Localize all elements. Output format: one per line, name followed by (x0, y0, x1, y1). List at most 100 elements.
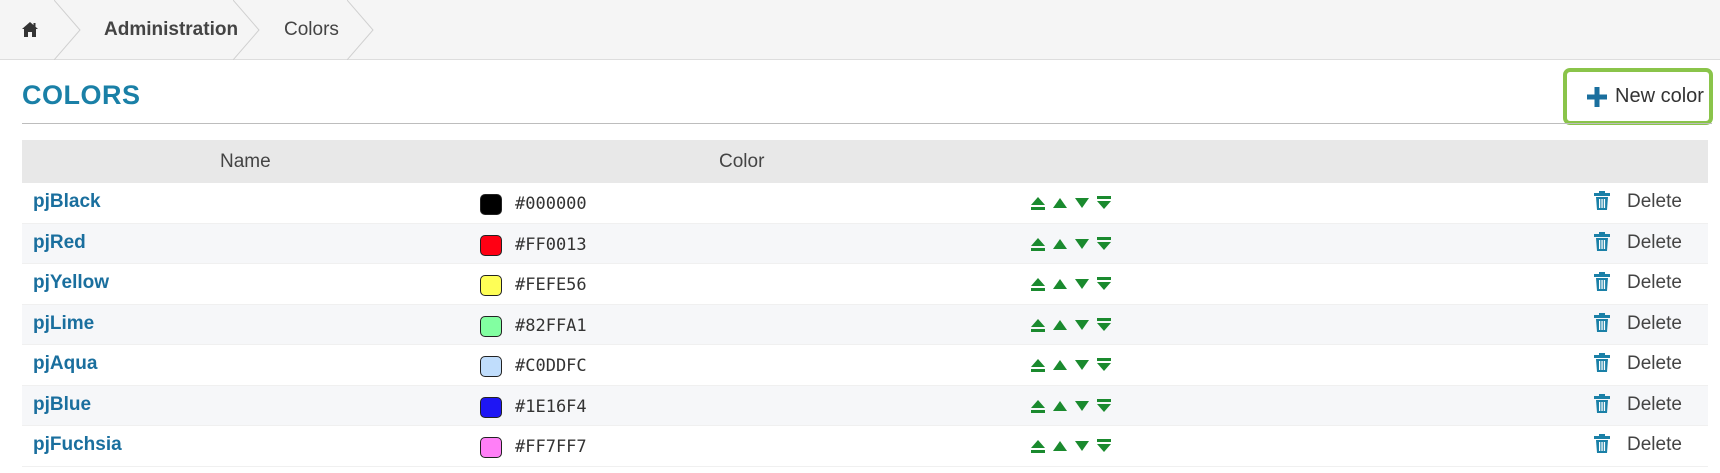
move-top-icon[interactable] (1030, 317, 1046, 333)
color-hex-value: #82FFA1 (515, 315, 587, 336)
home-icon (22, 22, 38, 37)
delete-button[interactable]: Delete (1594, 312, 1682, 335)
move-up-icon[interactable] (1052, 195, 1068, 211)
move-bottom-icon[interactable] (1096, 438, 1112, 454)
delete-button[interactable]: Delete (1594, 353, 1682, 375)
colors-table: Name Color pjBlack #000000 Delete pjRed #FF… (22, 140, 1708, 467)
breadcrumb-item-administration[interactable]: Administration (104, 0, 238, 59)
reorder-controls (1030, 236, 1112, 252)
color-swatch (480, 315, 502, 337)
delete-label: Delete (1627, 434, 1682, 455)
delete-button[interactable]: Delete (1594, 393, 1682, 416)
color-hex-value: #FF7FF7 (515, 437, 587, 457)
color-hex-value: #000000 (515, 194, 587, 214)
color-hex-value: #FF0013 (515, 234, 587, 255)
move-down-icon[interactable] (1074, 438, 1090, 454)
move-bottom-icon[interactable] (1096, 357, 1112, 373)
breadcrumb: Administration Colors (0, 0, 1720, 61)
plus-icon (1587, 86, 1607, 107)
table-row: pjYellow #FEFE56 Delete (22, 264, 1708, 305)
delete-button[interactable]: Delete (1594, 191, 1682, 213)
color-swatch (480, 396, 502, 418)
move-up-icon[interactable] (1052, 398, 1068, 414)
delete-label: Delete (1627, 272, 1682, 293)
column-header-name[interactable]: Name (220, 151, 271, 173)
reorder-controls (1030, 317, 1112, 333)
breadcrumb-home[interactable] (0, 0, 62, 59)
move-down-icon[interactable] (1074, 398, 1090, 414)
table-row: pjLime #82FFA1 Delete (22, 304, 1708, 345)
trash-icon (1594, 393, 1610, 413)
move-bottom-icon[interactable] (1096, 398, 1112, 414)
trash-icon (1594, 191, 1610, 210)
color-name-link[interactable]: pjLime (33, 313, 94, 335)
move-top-icon[interactable] (1030, 195, 1046, 211)
color-swatch (480, 275, 502, 296)
color-hex-value: #FEFE56 (515, 275, 587, 295)
move-up-icon[interactable] (1052, 357, 1068, 373)
delete-button[interactable]: Delete (1594, 272, 1682, 294)
delete-label: Delete (1627, 393, 1682, 415)
move-top-icon[interactable] (1030, 438, 1046, 454)
color-name-link[interactable]: pjBlack (33, 191, 101, 213)
color-swatch (480, 356, 502, 377)
color-swatch (480, 234, 502, 256)
column-header-color[interactable]: Color (719, 151, 764, 173)
color-swatch (480, 194, 502, 215)
move-up-icon[interactable] (1052, 438, 1068, 454)
move-bottom-icon[interactable] (1096, 317, 1112, 333)
delete-button[interactable]: Delete (1594, 434, 1682, 456)
move-bottom-icon[interactable] (1096, 195, 1112, 211)
color-swatch (480, 437, 502, 458)
move-bottom-icon[interactable] (1096, 276, 1112, 292)
move-top-icon[interactable] (1030, 398, 1046, 414)
trash-icon (1594, 231, 1610, 251)
table-row: pjRed #FF0013 Delete (22, 223, 1708, 264)
trash-icon (1594, 272, 1610, 291)
reorder-controls (1030, 357, 1112, 373)
reorder-controls (1030, 276, 1112, 292)
move-down-icon[interactable] (1074, 357, 1090, 373)
color-hex-value: #C0DDFC (515, 356, 587, 376)
table-body: pjBlack #000000 Delete pjRed #FF0013 Delete… (22, 183, 1708, 467)
move-top-icon[interactable] (1030, 276, 1046, 292)
move-down-icon[interactable] (1074, 276, 1090, 292)
move-top-icon[interactable] (1030, 357, 1046, 373)
trash-icon (1594, 434, 1610, 453)
table-row: pjBlack #000000 Delete (22, 183, 1708, 224)
delete-label: Delete (1627, 231, 1682, 253)
move-down-icon[interactable] (1074, 195, 1090, 211)
move-top-icon[interactable] (1030, 236, 1046, 252)
color-name-link[interactable]: pjBlue (33, 394, 91, 416)
reorder-controls (1030, 398, 1112, 414)
delete-label: Delete (1627, 312, 1682, 334)
move-up-icon[interactable] (1052, 276, 1068, 292)
table-row: pjAqua #C0DDFC Delete (22, 345, 1708, 386)
breadcrumb-separator (346, 0, 377, 61)
table-header: Name Color (22, 140, 1708, 183)
color-name-link[interactable]: pjRed (33, 232, 86, 254)
breadcrumb-separator (53, 0, 84, 61)
color-name-link[interactable]: pjYellow (33, 272, 109, 294)
reorder-controls (1030, 195, 1112, 211)
new-color-label: New color (1615, 85, 1704, 107)
table-row: pjFuchsia #FF7FF7 Delete (22, 426, 1708, 467)
color-name-link[interactable]: pjAqua (33, 353, 97, 375)
move-up-icon[interactable] (1052, 317, 1068, 333)
color-hex-value: #1E16F4 (515, 396, 587, 417)
reorder-controls (1030, 438, 1112, 454)
color-name-link[interactable]: pjFuchsia (33, 434, 122, 456)
delete-button[interactable]: Delete (1594, 231, 1682, 254)
move-bottom-icon[interactable] (1096, 236, 1112, 252)
delete-label: Delete (1627, 353, 1682, 374)
title-divider (22, 123, 1712, 124)
breadcrumb-item-colors: Colors (284, 18, 339, 40)
move-down-icon[interactable] (1074, 236, 1090, 252)
new-color-button[interactable]: New color (1563, 68, 1713, 125)
move-up-icon[interactable] (1052, 236, 1068, 252)
move-down-icon[interactable] (1074, 317, 1090, 333)
trash-icon (1594, 312, 1610, 332)
breadcrumb-separator (232, 0, 263, 61)
table-row: pjBlue #1E16F4 Delete (22, 385, 1708, 426)
page-title: COLORS (22, 80, 141, 110)
